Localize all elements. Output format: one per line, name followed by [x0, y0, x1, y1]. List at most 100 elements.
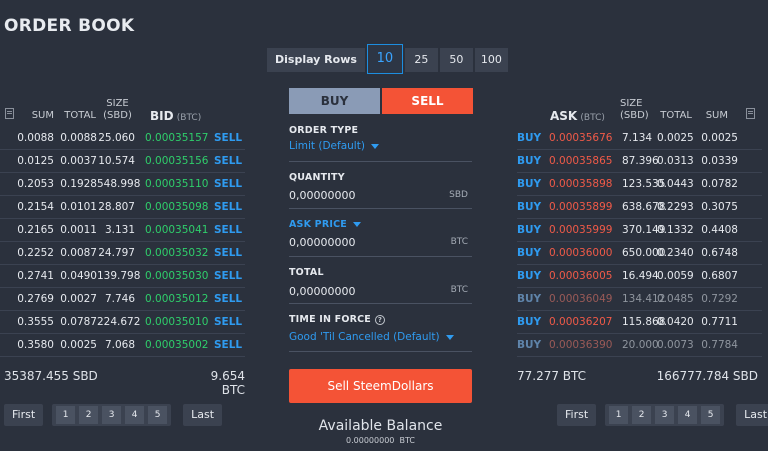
ask-size-header-top: SIZE — [620, 98, 643, 109]
bid-row[interactable]: 0.2769 0.0027 7.746 0.00035012 SELL — [0, 288, 245, 311]
ask-page-3-button[interactable]: 3 — [655, 406, 675, 424]
ask-total-cell: 0.2293 — [657, 201, 694, 213]
quantity-unit: SBD — [449, 190, 468, 200]
bid-price-cell: 0.00035032 — [145, 247, 209, 259]
ask-buy-button[interactable]: BUY — [517, 155, 541, 168]
bid-sum-header[interactable]: SUM — [22, 110, 54, 122]
bid-sell-button[interactable]: SELL — [214, 224, 242, 237]
ask-buy-button[interactable]: BUY — [517, 270, 541, 283]
ask-page-5-button[interactable]: 5 — [701, 406, 721, 424]
ask-total-cell: 0.0025 — [657, 132, 694, 144]
display-rows-10-button[interactable]: 10 — [366, 44, 403, 74]
time-in-force-select[interactable]: Good 'Til Cancelled (Default) — [289, 331, 454, 343]
ask-buy-button[interactable]: BUY — [517, 224, 541, 237]
total-input[interactable]: 0,00000000 — [289, 285, 355, 298]
ask-row[interactable]: BUY 0.00036207 115.868 0.0420 0.7711 — [517, 311, 762, 334]
order-type-select[interactable]: Limit (Default) — [289, 140, 379, 152]
display-rows-50-button[interactable]: 50 — [439, 48, 473, 72]
display-rows-25-button[interactable]: 25 — [404, 48, 438, 72]
ask-size-cell: 115.868 — [622, 316, 666, 328]
ask-buy-button[interactable]: BUY — [517, 201, 541, 214]
ask-buy-button[interactable]: BUY — [517, 132, 541, 145]
bid-sell-button[interactable]: SELL — [214, 155, 242, 168]
bid-sell-button[interactable]: SELL — [214, 316, 242, 329]
quantity-label: QUANTITY — [289, 172, 345, 183]
ask-buy-button[interactable]: BUY — [517, 316, 541, 329]
ask-total-btc: 77.277 BTC — [517, 369, 587, 383]
bid-sell-button[interactable]: SELL — [214, 247, 242, 260]
bid-size-cell: 28.807 — [98, 201, 135, 213]
display-rows-100-button[interactable]: 100 — [474, 48, 508, 72]
bid-row[interactable]: 0.3555 0.0787 224.672 0.00035010 SELL — [0, 311, 245, 334]
ask-buy-button[interactable]: BUY — [517, 247, 541, 260]
ask-sum-cell: 0.3075 — [701, 201, 738, 213]
ask-row[interactable]: BUY 0.00035899 638.678 0.2293 0.3075 — [517, 196, 762, 219]
ask-first-page-button[interactable]: First — [557, 404, 597, 426]
bid-first-page-button[interactable]: First — [4, 404, 44, 426]
ask-last-page-button[interactable]: Last — [736, 404, 768, 426]
bid-row[interactable]: 0.2252 0.0087 24.797 0.00035032 SELL — [0, 242, 245, 265]
ask-page-4-button[interactable]: 4 — [678, 406, 698, 424]
sell-tab[interactable]: SELL — [382, 88, 473, 114]
ask-price-input[interactable]: 0,00000000 — [289, 236, 355, 249]
ask-page-2-button[interactable]: 2 — [632, 406, 652, 424]
bid-price-header[interactable]: BID (BTC) — [150, 110, 210, 124]
ask-row[interactable]: BUY 0.00036000 650.000 0.2340 0.6748 — [517, 242, 762, 265]
ask-size-header[interactable]: SIZE (SBD) — [620, 98, 650, 122]
bid-sell-button[interactable]: SELL — [214, 132, 242, 145]
ask-row[interactable]: BUY 0.00036005 16.494 0.0059 0.6807 — [517, 265, 762, 288]
bid-row[interactable]: 0.0088 0.0088 25.060 0.00035157 SELL — [0, 127, 245, 150]
ask-page-1-button[interactable]: 1 — [609, 406, 629, 424]
bid-page-3-button[interactable]: 3 — [102, 406, 122, 424]
ask-row[interactable]: BUY 0.00036049 134.412 0.0485 0.7292 — [517, 288, 762, 311]
ask-row[interactable]: BUY 0.00035676 7.134 0.0025 0.0025 — [517, 127, 762, 150]
bid-page-numbers: 1 2 3 4 5 — [52, 404, 172, 426]
bid-page-5-button[interactable]: 5 — [148, 406, 168, 424]
bid-sell-button[interactable]: SELL — [214, 201, 242, 214]
book-icon[interactable] — [746, 108, 755, 119]
bid-page-4-button[interactable]: 4 — [125, 406, 145, 424]
ask-price-select[interactable]: ASK PRICE — [289, 219, 361, 230]
bid-size-header-bottom: (SBD) — [103, 110, 132, 121]
quantity-input[interactable]: 0,00000000 — [289, 189, 355, 202]
bid-total-sbd: 35387.455 SBD — [4, 369, 98, 383]
bid-size-cell: 7.068 — [104, 339, 135, 351]
ask-total-header[interactable]: TOTAL — [660, 110, 692, 122]
bid-sell-button[interactable]: SELL — [214, 178, 242, 191]
bid-sell-button[interactable]: SELL — [214, 339, 242, 352]
bid-row[interactable]: 0.2053 0.1928 548.998 0.00035110 SELL — [0, 173, 245, 196]
ask-buy-button[interactable]: BUY — [517, 178, 541, 191]
book-icon[interactable] — [5, 108, 14, 119]
ask-sum-header[interactable]: SUM — [700, 110, 728, 122]
bid-row[interactable]: 0.2165 0.0011 3.131 0.00035041 SELL — [0, 219, 245, 242]
ask-price-cell: 0.00035899 — [549, 201, 613, 213]
bid-total-header[interactable]: TOTAL — [62, 110, 96, 122]
time-in-force-label: TIME IN FORCE — [289, 314, 372, 325]
bid-sell-button[interactable]: SELL — [214, 293, 242, 306]
sell-steemdollars-button[interactable]: Sell SteemDollars — [289, 369, 472, 403]
bid-row[interactable]: 0.0125 0.0037 10.574 0.00035156 SELL — [0, 150, 245, 173]
ask-sum-cell: 0.7784 — [701, 339, 738, 351]
buy-tab[interactable]: BUY — [289, 88, 380, 114]
bid-sum-cell: 0.2053 — [17, 178, 54, 190]
info-icon[interactable]: ? — [375, 314, 386, 325]
bid-size-cell: 10.574 — [98, 155, 135, 167]
bid-row[interactable]: 0.2741 0.0490 139.798 0.00035030 SELL — [0, 265, 245, 288]
ask-row[interactable]: BUY 0.00036390 20.000 0.0073 0.7784 — [517, 334, 762, 357]
ask-row[interactable]: BUY 0.00035898 123.535 0.0443 0.0782 — [517, 173, 762, 196]
time-in-force-value: Good 'Til Cancelled (Default) — [289, 331, 440, 343]
bid-page-2-button[interactable]: 2 — [79, 406, 99, 424]
ask-buy-button[interactable]: BUY — [517, 339, 541, 352]
chevron-down-icon — [370, 143, 379, 149]
ask-price-header[interactable]: ASK (BTC) — [550, 110, 612, 124]
bid-last-page-button[interactable]: Last — [183, 404, 223, 426]
bid-price-cell: 0.00035156 — [145, 155, 209, 167]
bid-size-header[interactable]: SIZE (SBD) — [100, 98, 135, 122]
bid-page-1-button[interactable]: 1 — [56, 406, 76, 424]
bid-row[interactable]: 0.2154 0.0101 28.807 0.00035098 SELL — [0, 196, 245, 219]
ask-row[interactable]: BUY 0.00035865 87.396 0.0313 0.0339 — [517, 150, 762, 173]
bid-sell-button[interactable]: SELL — [214, 270, 242, 283]
bid-row[interactable]: 0.3580 0.0025 7.068 0.00035002 SELL — [0, 334, 245, 357]
ask-buy-button[interactable]: BUY — [517, 293, 541, 306]
ask-row[interactable]: BUY 0.00035999 370.149 0.1332 0.4408 — [517, 219, 762, 242]
